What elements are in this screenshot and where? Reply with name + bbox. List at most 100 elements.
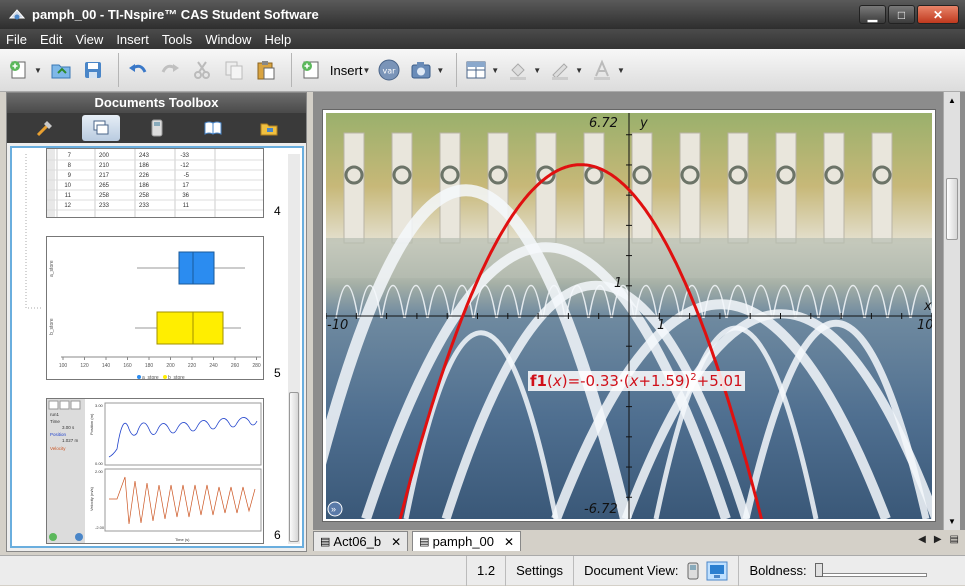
svg-text:Time (s): Time (s): [175, 537, 190, 542]
boxplot-tick-label: 140: [102, 363, 111, 369]
open-button[interactable]: [48, 57, 74, 83]
tab-act06-b[interactable]: ▤ Act06_b ✕: [313, 531, 409, 551]
save-icon: [84, 62, 101, 78]
copy-icon: [225, 61, 243, 80]
table-cell: 11: [183, 203, 190, 209]
menu-window[interactable]: Window: [205, 32, 251, 47]
scissors-icon: [193, 61, 210, 79]
text-color-button[interactable]: [589, 57, 615, 83]
open-folder-icon: [51, 64, 71, 79]
content-explorer-icon: [204, 121, 221, 135]
settings-button[interactable]: Settings: [505, 555, 573, 586]
pillar: [583, 132, 605, 244]
insert-dropdown-icon[interactable]: ▼: [362, 66, 370, 75]
paint-bucket-icon: [510, 63, 527, 80]
svg-text:3.00 s: 3.00 s: [62, 425, 75, 430]
insert-label[interactable]: Insert: [330, 63, 363, 78]
save-button[interactable]: [80, 57, 106, 83]
ymin-label[interactable]: -6.72: [584, 502, 618, 517]
new-document-button[interactable]: [6, 57, 32, 83]
camera-dropdown-icon[interactable]: ▼: [436, 66, 444, 75]
layout-dropdown-icon[interactable]: ▼: [491, 66, 499, 75]
tab-prev-icon[interactable]: ◀: [918, 534, 926, 545]
boxplot-tick-label: 100: [59, 363, 68, 369]
boxplot-ylabel-b: b_store: [49, 318, 55, 335]
menu-file[interactable]: File: [6, 32, 27, 47]
line-color-button[interactable]: [547, 57, 573, 83]
table-thumbnail: 7 200 243 -338 210 186 -129 217 226 -510 265 186 171…: [47, 149, 263, 217]
table-cell: 186: [139, 183, 150, 189]
tab-page-sorter[interactable]: [81, 115, 120, 141]
handheld-view-icon[interactable]: [686, 562, 700, 580]
graph-canvas[interactable]: »: [326, 113, 932, 519]
menu-view[interactable]: View: [75, 32, 103, 47]
camera-button[interactable]: [408, 57, 434, 83]
table-cell: 217: [99, 173, 110, 179]
tab-pamph-00[interactable]: ▤ pamph_00 ✕: [412, 531, 522, 551]
boxplot-box-b: [156, 311, 224, 345]
xmax-label[interactable]: 10: [917, 318, 932, 333]
copy-button[interactable]: [221, 57, 247, 83]
boxplot-tick-label: 220: [188, 363, 197, 369]
ymax-label[interactable]: 6.72: [589, 116, 618, 131]
tab-content-explorer[interactable]: [194, 115, 232, 141]
paste-button[interactable]: [253, 57, 279, 83]
tab-tools[interactable]: [26, 115, 64, 141]
x-unit-label: 1: [657, 318, 666, 333]
document-work-area: » 6.72 y -6.72 -10 10 x 1 1 f1(x)=-0.33·…: [313, 92, 965, 530]
maximize-button[interactable]: □: [888, 5, 915, 24]
page-thumbnail-4[interactable]: 7 200 243 -33 8 210 186 -12 9 217 226 -5 10 265 186 17 1…: [46, 148, 264, 218]
fill-dropdown-icon[interactable]: ▼: [533, 66, 541, 75]
text-dropdown-icon[interactable]: ▼: [617, 66, 625, 75]
menu-edit[interactable]: Edit: [40, 32, 62, 47]
line-dropdown-icon[interactable]: ▼: [575, 66, 583, 75]
svg-text:0.00: 0.00: [95, 461, 104, 466]
boxplot-tick-label: 120: [80, 363, 89, 369]
table-cell: 186: [139, 163, 150, 169]
redo-button[interactable]: [157, 57, 183, 83]
boldness-slider[interactable]: [814, 561, 935, 581]
tab-utilities[interactable]: [250, 115, 288, 141]
var-button[interactable]: var: [376, 57, 402, 83]
document-tabs: ▤ Act06_b ✕ ▤ pamph_00 ✕ ◀ ▶ ▤: [313, 530, 965, 552]
chevron-down-icon[interactable]: ▼: [34, 66, 42, 75]
page-thumbnail-6[interactable]: run1 Time 3.00 s Position 1.027 m Veloci…: [46, 398, 264, 544]
title-bar: pamph_00 - TI-Nspire™ CAS Student Softwa…: [0, 0, 965, 29]
table-cell: -12: [180, 163, 189, 169]
problem-icon: ▤: [320, 536, 331, 548]
pillar: [535, 132, 557, 244]
table-cell: 17: [182, 183, 189, 189]
tab-close-icon[interactable]: ✕: [391, 535, 401, 549]
tab-next-icon[interactable]: ▶: [934, 534, 942, 545]
svg-text:1.027 m: 1.027 m: [62, 438, 79, 443]
minimize-button[interactable]: ▁: [859, 5, 886, 24]
menu-tools[interactable]: Tools: [162, 32, 192, 47]
menu-help[interactable]: Help: [264, 32, 291, 47]
table-cell: 233: [139, 203, 150, 209]
computer-view-icon[interactable]: [706, 561, 728, 581]
table-cell: 10: [64, 183, 71, 189]
tab-close-icon[interactable]: ✕: [504, 535, 514, 549]
fill-color-button[interactable]: [505, 57, 531, 83]
function-label-f1[interactable]: f1(x)=-0.33·(x+1.59)2+5.01: [528, 371, 745, 391]
tab-list-icon[interactable]: ▤: [950, 534, 959, 545]
layout-button[interactable]: [463, 57, 489, 83]
status-bar: 1.2 Settings Document View: Boldness:: [0, 555, 965, 586]
sorter-scrollbar[interactable]: [288, 154, 300, 544]
page-sorter: 7 200 243 -33 8 210 186 -12 9 217 226 -5 10 265 186 17 1…: [10, 146, 304, 548]
close-button[interactable]: ✕: [917, 5, 959, 24]
graphs-page[interactable]: » 6.72 y -6.72 -10 10 x 1 1 f1(x)=-0.33·…: [322, 109, 936, 522]
boxplot-ylabel-a: a_store: [49, 260, 55, 277]
insert-page-button[interactable]: [298, 57, 324, 83]
graph-area[interactable]: » 6.72 y -6.72 -10 10 x 1 1 f1(x)=-0.33·…: [326, 113, 932, 519]
table-cell: -5: [184, 173, 190, 179]
menu-insert[interactable]: Insert: [116, 32, 149, 47]
utilities-icon: [260, 123, 277, 136]
page-thumbnail-5[interactable]: a_store b_store 100 120 140 160 180 200 220 240…: [46, 236, 264, 381]
main-scrollbar[interactable]: ▲ ▼: [943, 92, 960, 530]
undo-button[interactable]: [125, 57, 151, 83]
xmin-label[interactable]: -10: [327, 318, 348, 333]
cut-button[interactable]: [189, 57, 215, 83]
tab-calculator[interactable]: [138, 115, 176, 141]
documents-toolbox: Documents Toolbox 7 200 243 -33 8 210 186 -12 9 2…: [6, 92, 307, 552]
